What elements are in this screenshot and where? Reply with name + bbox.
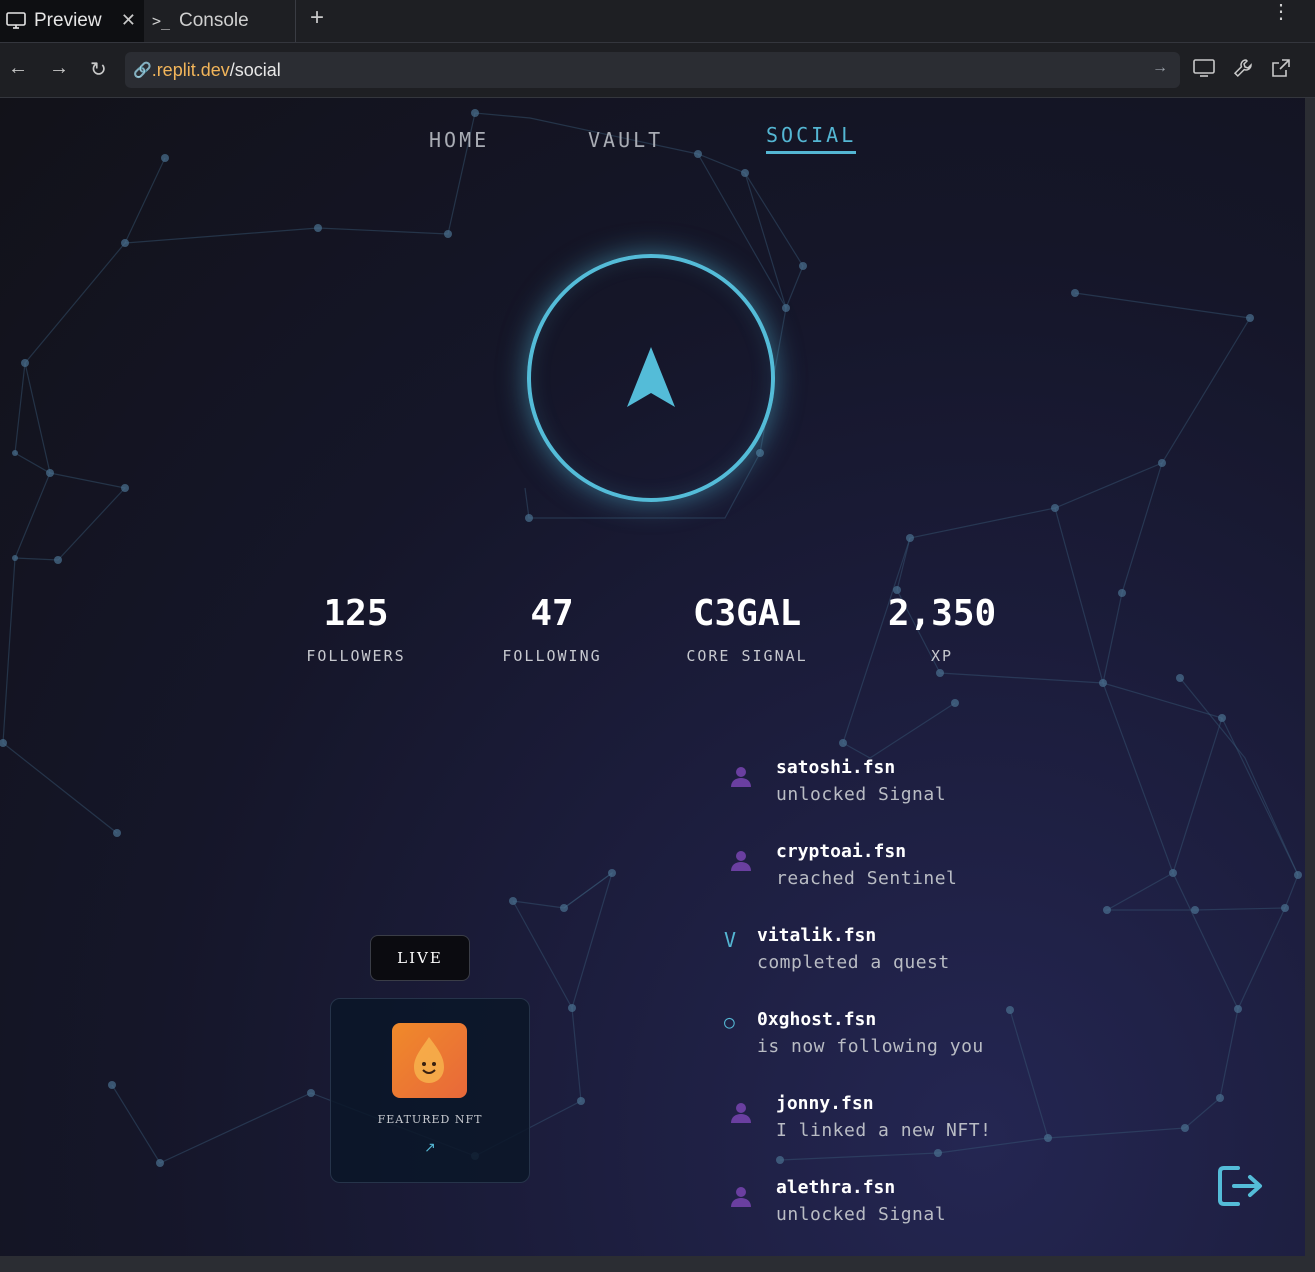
url-path: /social: [229, 59, 281, 80]
circle-glyph-icon: ○: [724, 1012, 735, 1033]
activity-user[interactable]: satoshi.fsn: [776, 757, 895, 778]
flame-face-icon: [414, 1037, 444, 1083]
scrollbar[interactable]: [1305, 98, 1315, 1272]
v-glyph-icon: V: [724, 928, 737, 952]
stat-xp-value: 2,350: [887, 593, 997, 634]
external-arrow-icon[interactable]: ↗: [331, 1139, 529, 1156]
stat-core-signal-label: CORE SIGNAL: [686, 647, 808, 665]
activity-text: I linked a new NFT!: [776, 1120, 992, 1141]
plus-icon[interactable]: +: [310, 4, 324, 32]
user-avatar-icon: [731, 1187, 751, 1207]
stat-core-signal-value: C3GAL: [692, 593, 802, 634]
terminal-icon: >_: [151, 12, 171, 30]
nav-vault[interactable]: VAULT: [588, 128, 663, 152]
link-icon: 🔗: [133, 62, 152, 79]
browser-tab-bar: Preview ✕ >_ Console + ⋮: [0, 0, 1315, 43]
activity-user[interactable]: alethra.fsn: [776, 1177, 895, 1198]
stat-followers-label: FOLLOWERS: [306, 647, 406, 665]
close-icon[interactable]: ✕: [121, 10, 136, 31]
activity-text: unlocked Signal: [776, 784, 947, 805]
stat-followers-value: 125: [323, 593, 389, 634]
nav-social[interactable]: SOCIAL: [766, 123, 857, 154]
activity-text: completed a quest: [757, 952, 950, 973]
featured-nft-card[interactable]: FEATURED NFT ↗: [330, 998, 530, 1183]
page-viewport: HOME VAULT SOCIAL 125 FOLLOWERS 47 FOLLO…: [0, 98, 1305, 1256]
activity-text: unlocked Signal: [776, 1204, 947, 1225]
logout-icon[interactable]: [1216, 1164, 1266, 1208]
devices-icon[interactable]: [1193, 58, 1215, 84]
user-avatar-icon: [731, 767, 751, 787]
back-arrow-icon[interactable]: ←: [8, 57, 28, 80]
user-avatar-icon: [731, 851, 751, 871]
activity-text: is now following you: [757, 1036, 984, 1057]
arrow-up-icon: [627, 347, 675, 407]
address-bar: ← → ↻ 🔗 .replit.dev /social →: [0, 43, 1315, 98]
nav-home[interactable]: HOME: [429, 128, 489, 152]
featured-nft-label: FEATURED NFT: [377, 1113, 483, 1126]
url-input[interactable]: 🔗 .replit.dev /social →: [125, 52, 1180, 88]
user-avatar-icon: [731, 1103, 751, 1123]
external-link-icon[interactable]: [1271, 58, 1291, 84]
more-vertical-icon[interactable]: ⋮: [1271, 2, 1291, 22]
tab-preview-label: Preview: [34, 10, 102, 31]
monitor-icon: [6, 11, 26, 31]
nft-image: [392, 1023, 467, 1098]
tab-console-label: Console: [179, 10, 249, 31]
url-domain: .replit.dev: [151, 59, 230, 80]
go-arrow-icon[interactable]: →: [1152, 59, 1168, 77]
live-button[interactable]: LIVE: [370, 935, 470, 981]
tab-console[interactable]: >_ Console: [145, 0, 296, 42]
stat-following-label: FOLLOWING: [502, 647, 602, 665]
activity-user[interactable]: jonny.fsn: [776, 1093, 874, 1114]
stat-xp-label: XP: [930, 647, 954, 665]
wrench-icon[interactable]: [1233, 58, 1253, 84]
forward-arrow-icon[interactable]: →: [49, 57, 69, 80]
activity-user[interactable]: 0xghost.fsn: [757, 1009, 876, 1030]
activity-user[interactable]: vitalik.fsn: [757, 925, 876, 946]
activity-user[interactable]: cryptoai.fsn: [776, 841, 906, 862]
bottom-scrollbar[interactable]: [0, 1256, 1305, 1272]
reload-icon[interactable]: ↻: [90, 57, 107, 82]
tab-preview[interactable]: Preview ✕: [0, 0, 144, 42]
activity-text: reached Sentinel: [776, 868, 958, 889]
profile-avatar[interactable]: [527, 254, 775, 502]
stat-following-value: 47: [530, 593, 574, 634]
